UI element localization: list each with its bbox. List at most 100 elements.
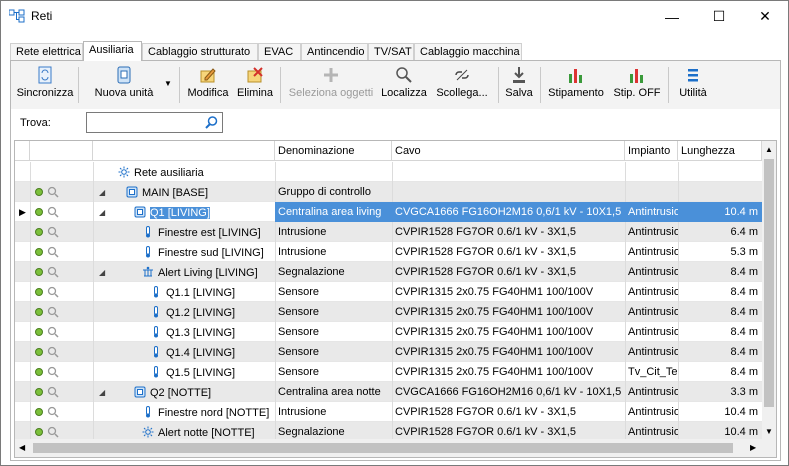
- tab-rete-elettrica[interactable]: Rete elettrica: [10, 43, 83, 60]
- tab-evac[interactable]: EVAC: [258, 43, 301, 60]
- cell-len[interactable]: [678, 182, 762, 202]
- cell-len[interactable]: 6.4 m: [678, 222, 762, 242]
- cell-den[interactable]: Intrusione: [275, 222, 392, 242]
- tab-ausiliaria[interactable]: Ausiliaria: [83, 41, 142, 61]
- cell-den[interactable]: Intrusione: [275, 242, 392, 262]
- cell-cavo[interactable]: CVPIR1528 FG7OR 0.6/1 kV - 3X1,5: [392, 262, 625, 282]
- row-name[interactable]: Rete ausiliaria: [115, 162, 275, 182]
- search-icon[interactable]: [47, 406, 59, 418]
- cell-len[interactable]: [678, 162, 762, 182]
- cell-cavo[interactable]: [392, 162, 625, 182]
- search-icon[interactable]: [47, 226, 59, 238]
- tab-cablaggio-macchina[interactable]: Cablaggio macchina: [414, 43, 522, 60]
- cell-den[interactable]: Centralina area living: [275, 202, 392, 222]
- cell-cavo[interactable]: CVPIR1315 2x0.75 FG40HM1 100/100V: [392, 342, 625, 362]
- row-name[interactable]: Q2 [NOTTE]: [131, 382, 275, 402]
- minimize-button[interactable]: —: [649, 1, 695, 32]
- cell-den[interactable]: Sensore: [275, 342, 392, 362]
- search-icon[interactable]: [47, 246, 59, 258]
- cell-len[interactable]: 10.4 m: [678, 402, 762, 422]
- search-icon[interactable]: [47, 426, 59, 438]
- cell-imp[interactable]: [625, 182, 678, 202]
- row-name[interactable]: Q1.5 [LIVING]: [147, 362, 275, 382]
- cell-den[interactable]: Centralina area notte: [275, 382, 392, 402]
- cell-cavo[interactable]: CVGCA1666 FG16OH2M16 0,6/1 kV - 10X1,5: [392, 202, 625, 222]
- table-row[interactable]: Rete ausiliaria: [15, 162, 762, 182]
- cell-imp[interactable]: Antintrusione: [625, 402, 678, 422]
- tab-antincendio[interactable]: Antincendio: [301, 43, 368, 60]
- search-icon[interactable]: [205, 116, 218, 129]
- utilities-button[interactable]: Utilità: [673, 64, 713, 106]
- cell-len[interactable]: 8.4 m: [678, 262, 762, 282]
- cell-len[interactable]: 8.4 m: [678, 282, 762, 302]
- cell-den[interactable]: Sensore: [275, 282, 392, 302]
- cell-imp[interactable]: [625, 162, 678, 182]
- printing-button[interactable]: Stipamento: [546, 64, 606, 106]
- search-icon[interactable]: [47, 326, 59, 338]
- table-row[interactable]: ▶ ◢ Q1 [LIVING] Centralina area living CVGCA…: [15, 202, 762, 222]
- cell-imp[interactable]: Antintrusione: [625, 322, 678, 342]
- horizontal-scrollbar[interactable]: ◀ ▶: [15, 439, 762, 457]
- cell-len[interactable]: 5.3 m: [678, 242, 762, 262]
- edit-button[interactable]: Modifica: [183, 64, 233, 106]
- chevron-down-icon[interactable]: ▼: [164, 79, 172, 88]
- save-button[interactable]: Salva: [502, 64, 536, 106]
- scroll-thumb[interactable]: [764, 159, 774, 407]
- scroll-right-icon[interactable]: ▶: [750, 443, 756, 452]
- table-row[interactable]: ◢ Alert Living [LIVING] Segnalazione CVPIR1…: [15, 262, 762, 282]
- cell-imp[interactable]: Tv_Cit_Te: [625, 362, 678, 382]
- search-icon[interactable]: [47, 186, 59, 198]
- cell-cavo[interactable]: CVPIR1315 2x0.75 FG40HM1 100/100V: [392, 322, 625, 342]
- cell-len[interactable]: 10.4 m: [678, 202, 762, 222]
- row-name[interactable]: Finestre sud [LIVING]: [139, 242, 275, 262]
- expand-arrow-icon[interactable]: ◢: [99, 188, 105, 197]
- search-icon[interactable]: [47, 286, 59, 298]
- cell-imp[interactable]: Antintrusione: [625, 302, 678, 322]
- row-name[interactable]: MAIN [BASE]: [123, 182, 275, 202]
- cell-den[interactable]: Sensore: [275, 302, 392, 322]
- expand-arrow-icon[interactable]: ◢: [99, 208, 105, 217]
- new-unit-button[interactable]: Nuova unità: [85, 64, 163, 106]
- row-name[interactable]: Finestre est [LIVING]: [139, 222, 275, 242]
- search-input[interactable]: [86, 112, 223, 133]
- cell-cavo[interactable]: CVPIR1315 2x0.75 FG40HM1 100/100V: [392, 362, 625, 382]
- search-icon[interactable]: [47, 386, 59, 398]
- cell-imp[interactable]: Antintrusione: [625, 242, 678, 262]
- row-name[interactable]: Q1.4 [LIVING]: [147, 342, 275, 362]
- cell-imp[interactable]: Antintrusione: [625, 222, 678, 242]
- expand-arrow-icon[interactable]: ◢: [99, 388, 105, 397]
- cell-den[interactable]: Sensore: [275, 362, 392, 382]
- search-icon[interactable]: [47, 206, 59, 218]
- cell-len[interactable]: 8.4 m: [678, 362, 762, 382]
- table-row[interactable]: Finestre nord [NOTTE] Intrusione CVPIR1528…: [15, 402, 762, 422]
- expand-arrow-icon[interactable]: ◢: [99, 268, 105, 277]
- cell-imp[interactable]: Antintrusione: [625, 262, 678, 282]
- vertical-scrollbar[interactable]: ▲ ▼: [762, 141, 776, 439]
- cell-cavo[interactable]: CVPIR1315 2x0.75 FG40HM1 100/100V: [392, 302, 625, 322]
- search-icon[interactable]: [47, 266, 59, 278]
- table-row[interactable]: Q1.4 [LIVING] Sensore CVPIR1315 2x0.75 FG4…: [15, 342, 762, 362]
- sync-button[interactable]: Sincronizza: [14, 64, 76, 106]
- scroll-down-icon[interactable]: ▼: [765, 427, 773, 436]
- scroll-left-icon[interactable]: ◀: [19, 443, 25, 452]
- table-row[interactable]: Finestre est [LIVING] Intrusione CVPIR1528…: [15, 222, 762, 242]
- row-name[interactable]: Q1.1 [LIVING]: [147, 282, 275, 302]
- scroll-thumb-h[interactable]: [33, 443, 733, 453]
- maximize-button[interactable]: ☐: [696, 1, 742, 32]
- col-header-denominazione[interactable]: Denominazione: [275, 141, 392, 161]
- col-header-cavo[interactable]: Cavo: [392, 141, 625, 161]
- cell-cavo[interactable]: CVPIR1315 2x0.75 FG40HM1 100/100V: [392, 282, 625, 302]
- printing-off-button[interactable]: Stip. OFF: [611, 64, 663, 106]
- cell-imp[interactable]: Antintrusione: [625, 342, 678, 362]
- cell-den[interactable]: Intrusione: [275, 402, 392, 422]
- locate-button[interactable]: Localizza: [379, 64, 429, 106]
- cell-imp[interactable]: Antintrusione: [625, 282, 678, 302]
- row-name[interactable]: Q1.3 [LIVING]: [147, 322, 275, 342]
- row-name[interactable]: Finestre nord [NOTTE]: [139, 402, 275, 422]
- cell-den[interactable]: Segnalazione: [275, 262, 392, 282]
- cell-den[interactable]: Sensore: [275, 322, 392, 342]
- table-row[interactable]: Q1.2 [LIVING] Sensore CVPIR1315 2x0.75 FG4…: [15, 302, 762, 322]
- table-row[interactable]: Q1.5 [LIVING] Sensore CVPIR1315 2x0.75 FG4…: [15, 362, 762, 382]
- row-name[interactable]: Q1.2 [LIVING]: [147, 302, 275, 322]
- table-row[interactable]: Finestre sud [LIVING] Intrusione CVPIR1528…: [15, 242, 762, 262]
